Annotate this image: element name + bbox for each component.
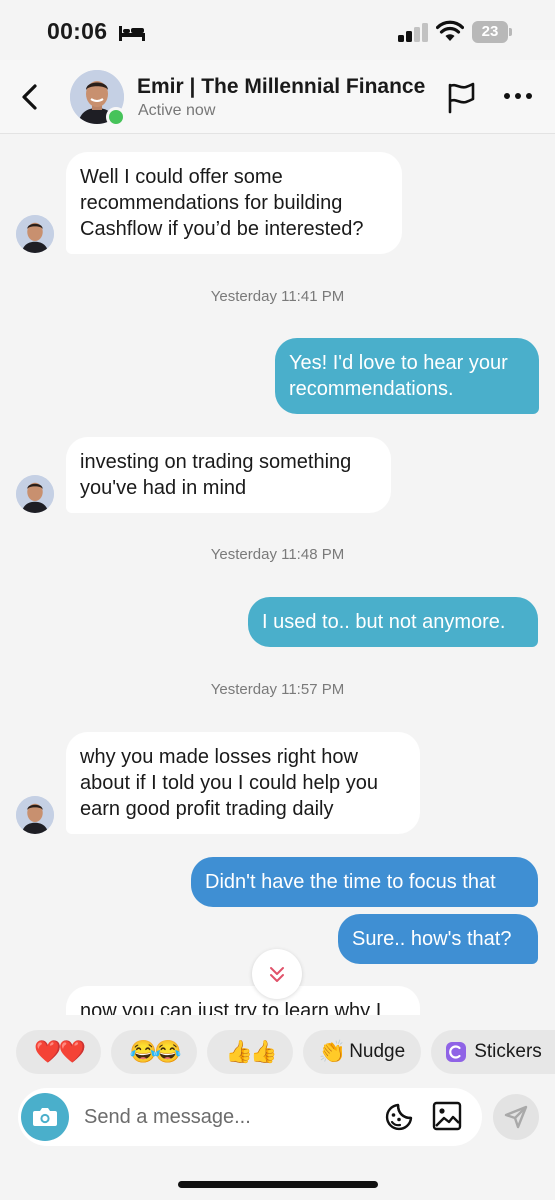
heart-emoji: ❤️❤️ [34,1039,86,1064]
contact-avatar[interactable] [70,70,126,127]
more-dots-icon[interactable] [503,90,533,102]
sender-avatar[interactable] [16,796,54,834]
home-indicator [178,1181,378,1188]
wifi-icon [436,20,464,41]
message-timestamp: Yesterday 11:41 PM [210,288,345,305]
message-outgoing[interactable]: Sure.. how's that? [338,914,538,964]
message-timestamp: Yesterday 11:57 PM [210,681,345,698]
double-chevron-down-icon [270,967,284,982]
message-list[interactable]: Well I could offer some recommendations … [0,135,555,1015]
send-icon [504,1105,528,1129]
message-outgoing[interactable]: I used to.. but not anymore. [248,597,538,647]
nudge-label: Nudge [349,1041,406,1062]
message-incoming[interactable]: why you made losses right how about if I… [66,732,420,834]
message-incoming[interactable]: now you can just try to learn why I [66,986,420,1015]
camera-button[interactable] [21,1093,69,1141]
presence-status: Active now [138,102,216,119]
scroll-to-bottom-button[interactable] [252,949,302,999]
sticker-icon [446,1042,467,1062]
bed-icon [119,26,145,41]
message-outgoing[interactable]: Didn't have the time to focus that [191,857,538,907]
send-button[interactable] [493,1094,539,1140]
flag-icon[interactable] [446,82,476,114]
stickers-button[interactable]: Stickers [431,1030,555,1074]
stickers-label: Stickers [474,1041,542,1062]
reaction-thumbs-up[interactable]: 👍👍 [207,1030,293,1074]
status-bar: 00:06 23 [0,0,555,60]
signal-icon [398,23,428,42]
online-status-dot [106,107,126,127]
nudge-button[interactable]: 👏 Nudge [303,1030,421,1074]
camera-icon [33,1108,57,1126]
sticker-face-icon[interactable] [383,1101,415,1133]
sender-avatar[interactable] [16,475,54,513]
message-input[interactable] [84,1096,374,1138]
chevron-left-icon[interactable] [16,82,44,112]
message-timestamp: Yesterday 11:48 PM [210,546,345,563]
battery-indicator: 23 [472,21,512,43]
laughing-emoji: 😂😂 [129,1039,182,1064]
message-composer [18,1088,482,1146]
chat-header: Emir | The Millennial Finance Active now [0,60,555,134]
reaction-hearts[interactable]: ❤️❤️ [16,1030,101,1074]
message-outgoing[interactable]: Yes! I'd love to hear your recommendatio… [275,338,539,414]
reaction-laughing[interactable]: 😂😂 [111,1030,197,1074]
battery-level: 23 [481,23,499,40]
image-icon[interactable] [432,1101,462,1131]
message-incoming[interactable]: Well I could offer some recommendations … [66,152,402,254]
message-incoming[interactable]: investing on trading something you've ha… [66,437,391,513]
quick-reactions-bar: ❤️❤️ 😂😂 👍👍 👏 Nudge Stickers [0,1030,555,1076]
clap-emoji: 👏 [318,1039,346,1064]
contact-name[interactable]: Emir | The Millennial Finance [137,75,425,99]
status-time: 00:06 [47,18,108,44]
sender-avatar[interactable] [16,215,54,253]
thumbs-up-emoji: 👍👍 [225,1039,278,1064]
